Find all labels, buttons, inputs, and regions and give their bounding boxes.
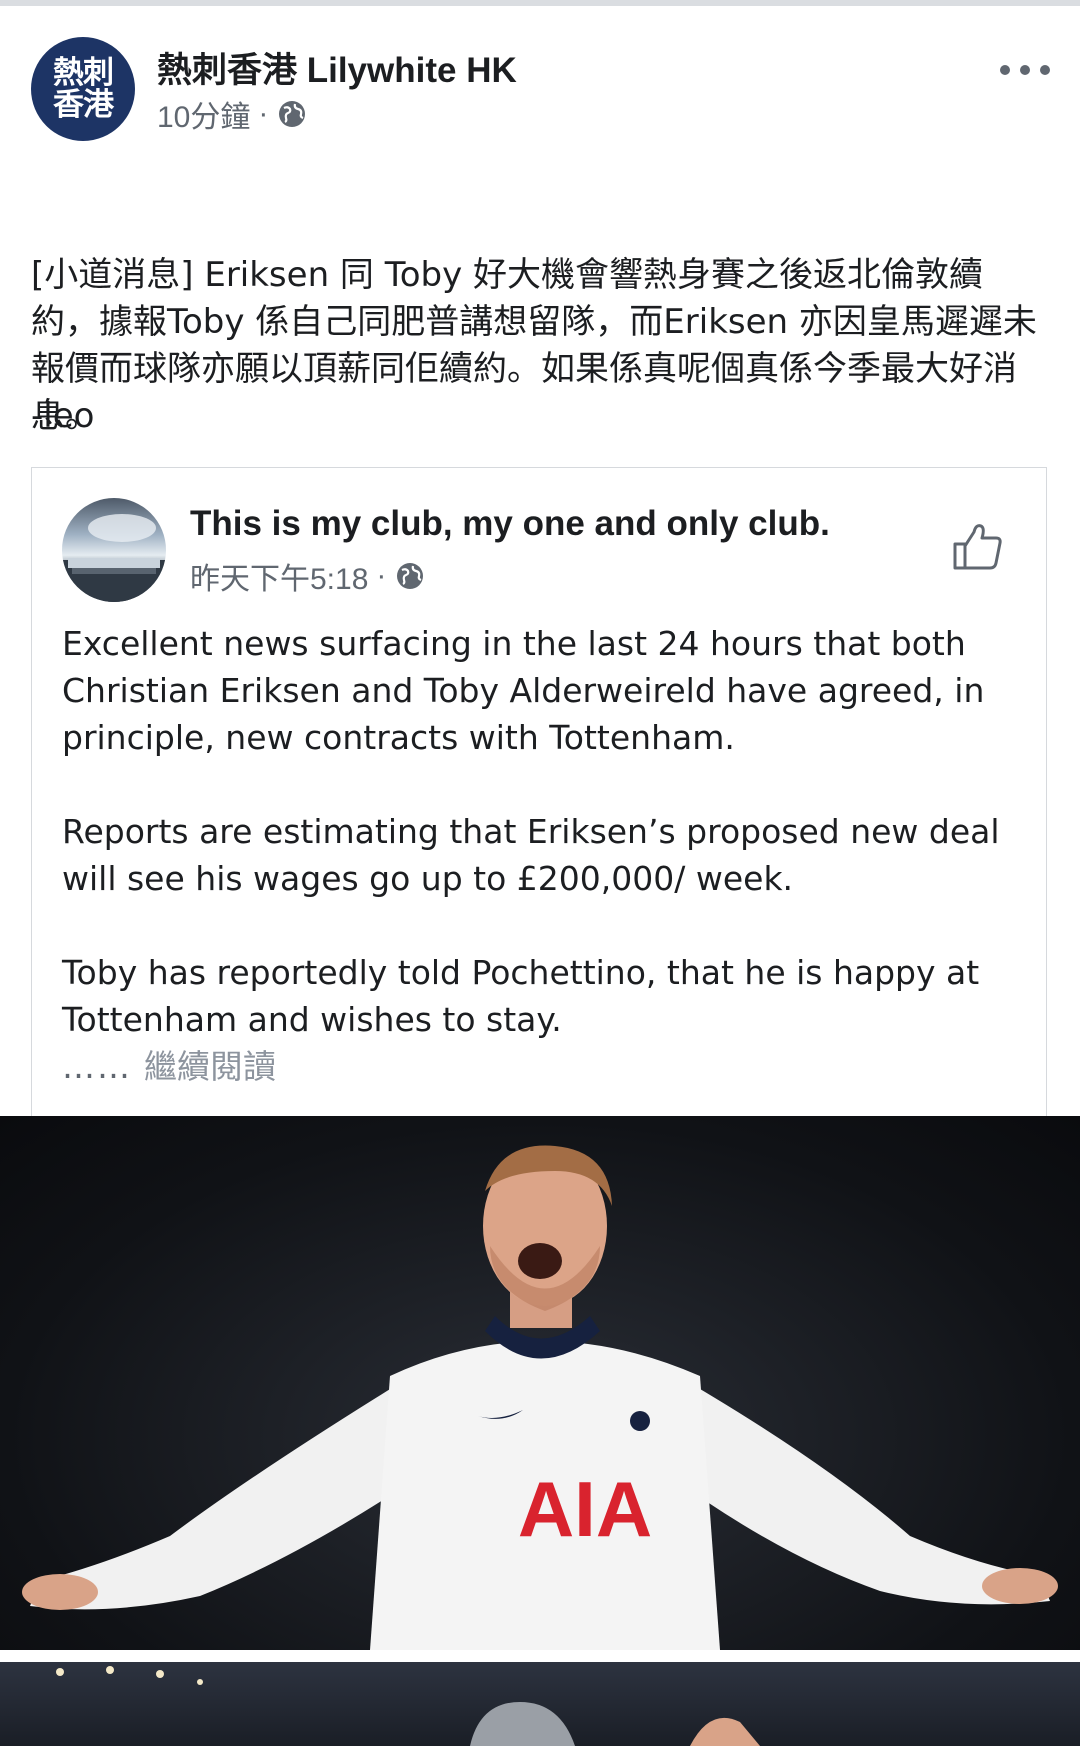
thumbs-up-icon[interactable] [950,518,1006,574]
shared-paragraph: Toby has reportedly told Pochettino, tha… [62,953,980,1039]
shared-time[interactable]: 昨天下午5:18 [190,554,368,598]
photo-gap [0,1650,1080,1662]
player-celebration-image: AIA [22,1145,1058,1650]
stadium-photo-thumbnail [62,514,166,602]
more-dot [1040,65,1050,75]
avatar-text-line2: 香港 [53,87,114,123]
shirt-sponsor: AIA [518,1465,652,1553]
shared-paragraph: Reports are estimating that Eriksen’s pr… [62,812,1000,898]
see-more-link[interactable]: 繼續閱讀 [144,1043,276,1090]
shared-post-card[interactable]: This is my club, my one and only club. 昨… [31,467,1047,1117]
post-photo[interactable]: AIA [0,1116,1080,1650]
shared-paragraph: Excellent news surfacing in the last 24 … [62,624,985,757]
meta-separator: · [376,559,387,592]
globe-icon [397,563,424,589]
shared-meta: 昨天下午5:18 · [190,554,426,598]
meta-separator: · [258,97,269,130]
see-more-row: …… 繼續閱讀 [62,1043,1022,1090]
more-options-button[interactable] [1000,55,1050,85]
top-divider [0,0,1080,6]
page-avatar[interactable]: 熱刺 香港 [31,37,135,141]
more-horizontal-icon [1000,65,1010,75]
page-name-link[interactable]: 熱刺香港 Lilywhite HK [157,42,517,93]
stadium-lights-image [56,1666,760,1746]
post-signature: -leo [31,396,95,436]
shared-page-avatar[interactable] [62,498,166,602]
more-dot [1020,65,1030,75]
ellipsis: …… [62,1047,132,1086]
post-text: [小道消息] Eriksen 同 Toby 好大機會響熱身賽之後返北倫敦續約，據… [31,158,1051,487]
post-time[interactable]: 10分鐘 [157,92,250,136]
avatar-text-line1: 熱刺 [53,55,114,91]
shared-body: Excellent news surfacing in the last 24 … [62,620,1022,1090]
post-body: [小道消息] Eriksen 同 Toby 好大機會響熱身賽之後返北倫敦續約，據… [31,255,1037,436]
shared-page-title[interactable]: This is my club, my one and only club. [190,504,830,544]
post-meta: 10分鐘 · [157,92,308,136]
second-photo[interactable] [0,1662,1080,1746]
globe-icon [279,101,306,127]
